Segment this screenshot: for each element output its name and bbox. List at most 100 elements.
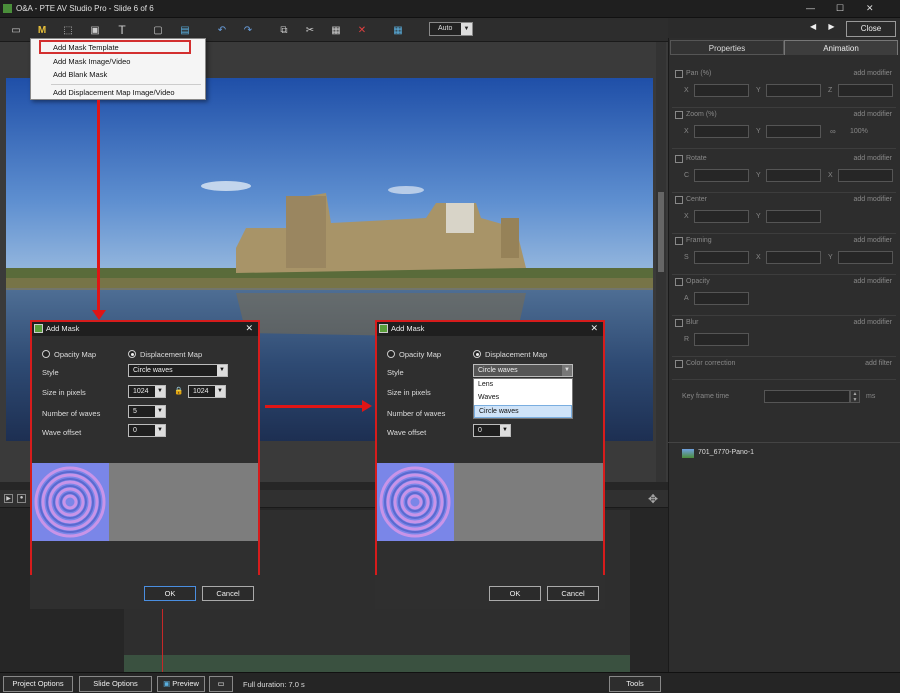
rotate-add-modifier[interactable]: add modifier (853, 155, 892, 162)
dropdown-option-circle-waves[interactable]: Circle waves (474, 405, 572, 418)
audio-track[interactable] (124, 655, 630, 672)
framing-add-modifier[interactable]: add modifier (853, 237, 892, 244)
displacement-map-radio[interactable] (128, 350, 136, 358)
pan-x-input[interactable] (694, 84, 749, 97)
lock-icon[interactable]: 🔒 (174, 386, 183, 395)
zoom-y-input[interactable] (766, 125, 821, 138)
app-icon (3, 4, 12, 13)
blur-r-input[interactable] (694, 333, 749, 346)
offset-select[interactable]: 0 ▼ (473, 424, 511, 437)
grid-icon[interactable]: ▦ (390, 22, 406, 38)
rotate-x-input[interactable] (838, 169, 893, 182)
picture-icon[interactable]: ▤ (177, 22, 193, 38)
zoom-mode-select[interactable]: Auto ▼ (429, 22, 473, 36)
rotate-y-input[interactable] (766, 169, 821, 182)
ok-button[interactable]: OK (489, 586, 541, 601)
menu-item-add-blank-mask[interactable]: Add Blank Mask (53, 70, 107, 79)
object-list-item[interactable]: 701_6770-Pano-1 (682, 449, 882, 461)
dialog-close-icon[interactable]: ✕ (245, 323, 253, 334)
tab-animation[interactable]: Animation (784, 40, 898, 55)
size-width-select[interactable]: 1024 ▼ (128, 385, 166, 398)
move-icon[interactable]: ✥ (648, 492, 662, 506)
dropdown-option-waves[interactable]: Waves (474, 392, 572, 405)
dialog-title: Add Mask (377, 322, 603, 336)
chevron-down-icon: ▼ (461, 23, 472, 35)
project-options-button[interactable]: Project Options (3, 676, 73, 692)
slide-options-button[interactable]: Slide Options (79, 676, 152, 692)
framing-y-input[interactable] (838, 251, 893, 264)
center-x-input[interactable] (694, 210, 749, 223)
keyframe-input[interactable] (764, 390, 850, 403)
cut-icon[interactable]: ✂ (302, 22, 318, 38)
view-icon[interactable]: ▭ (8, 22, 24, 38)
center-checkbox[interactable] (675, 196, 683, 204)
framing-x-input[interactable] (766, 251, 821, 264)
ok-button[interactable]: OK (144, 586, 196, 601)
color-correction-checkbox[interactable] (675, 360, 683, 368)
window-close-button[interactable]: ✕ (866, 3, 874, 14)
paste-icon[interactable]: ▦ (328, 22, 344, 38)
tools-button[interactable]: Tools (609, 676, 661, 692)
center-y-input[interactable] (766, 210, 821, 223)
center-add-modifier[interactable]: add modifier (853, 196, 892, 203)
framing-checkbox[interactable] (675, 237, 683, 245)
rotate-checkbox[interactable] (675, 155, 683, 163)
redo-icon[interactable]: ↷ (240, 22, 256, 38)
rotate-c-input[interactable] (694, 169, 749, 182)
tab-properties[interactable]: Properties (670, 40, 784, 55)
mask-icon[interactable]: M (34, 22, 50, 38)
preview-button[interactable]: ▣ Preview (157, 676, 205, 692)
image-icon[interactable]: ▣ (87, 22, 103, 38)
dropdown-option-lens[interactable]: Lens (474, 379, 572, 392)
zoom-checkbox[interactable] (675, 111, 683, 119)
menu-item-add-mask-template[interactable]: Add Mask Template (53, 43, 119, 52)
size-label: Size in pixels (387, 388, 431, 397)
opacity-a-input[interactable] (694, 292, 749, 305)
displacement-map-radio[interactable] (473, 350, 481, 358)
record-icon[interactable]: ● (17, 494, 26, 503)
opacity-map-radio[interactable] (42, 350, 50, 358)
size-height-select[interactable]: 1024 ▼ (188, 385, 226, 398)
offset-select[interactable]: 0 ▼ (128, 424, 166, 437)
link-icon[interactable]: ∞ (830, 127, 836, 136)
scrollbar-thumb[interactable] (658, 192, 664, 272)
zoom-x-input[interactable] (694, 125, 749, 138)
stage-scrollbar[interactable] (656, 42, 666, 482)
waves-select[interactable]: 5 ▼ (128, 405, 166, 418)
rectangle-icon[interactable]: ▢ (150, 22, 166, 38)
style-select[interactable]: Circle waves ▼ (128, 364, 228, 377)
opacity-checkbox[interactable] (675, 278, 683, 286)
blur-checkbox[interactable] (675, 319, 683, 327)
keyframe-spinner-icon[interactable]: ▲ ▼ (850, 390, 860, 403)
style-select[interactable]: Circle waves ▼ (473, 364, 573, 377)
pan-z-input[interactable] (838, 84, 893, 97)
add-filter-link[interactable]: add filter (865, 360, 892, 367)
keyframe-label: Key frame time (682, 393, 730, 400)
delete-icon[interactable]: ✕ (354, 22, 370, 38)
next-slide-icon[interactable]: ▶ (828, 22, 834, 31)
pan-add-modifier[interactable]: add modifier (853, 70, 892, 77)
opacity-map-radio[interactable] (387, 350, 395, 358)
minimize-button[interactable]: — (806, 3, 815, 13)
copy-icon[interactable]: ⧉ (276, 22, 292, 38)
framing-s-input[interactable] (694, 251, 749, 264)
pan-checkbox[interactable] (675, 70, 683, 78)
cancel-button[interactable]: Cancel (202, 586, 254, 601)
maximize-button[interactable]: ☐ (836, 3, 844, 14)
menu-item-add-mask-image[interactable]: Add Mask Image/Video (53, 57, 130, 66)
blur-add-modifier[interactable]: add modifier (853, 319, 892, 326)
play-icon[interactable]: ▶ (4, 494, 13, 503)
prev-slide-icon[interactable]: ◀ (810, 22, 816, 31)
export-button[interactable]: ▭ (209, 676, 233, 692)
menu-item-add-displacement-map[interactable]: Add Displacement Map Image/Video (53, 88, 175, 97)
frame-icon[interactable]: ⬚ (60, 22, 76, 38)
dialog-close-icon[interactable]: ✕ (590, 323, 598, 334)
undo-icon[interactable]: ↶ (214, 22, 230, 38)
arrow-head-right (362, 400, 372, 412)
zoom-add-modifier[interactable]: add modifier (853, 111, 892, 118)
opacity-add-modifier[interactable]: add modifier (853, 278, 892, 285)
text-icon[interactable]: T (114, 22, 130, 38)
pan-y-input[interactable] (766, 84, 821, 97)
close-button[interactable]: Close (846, 21, 896, 37)
cancel-button[interactable]: Cancel (547, 586, 599, 601)
